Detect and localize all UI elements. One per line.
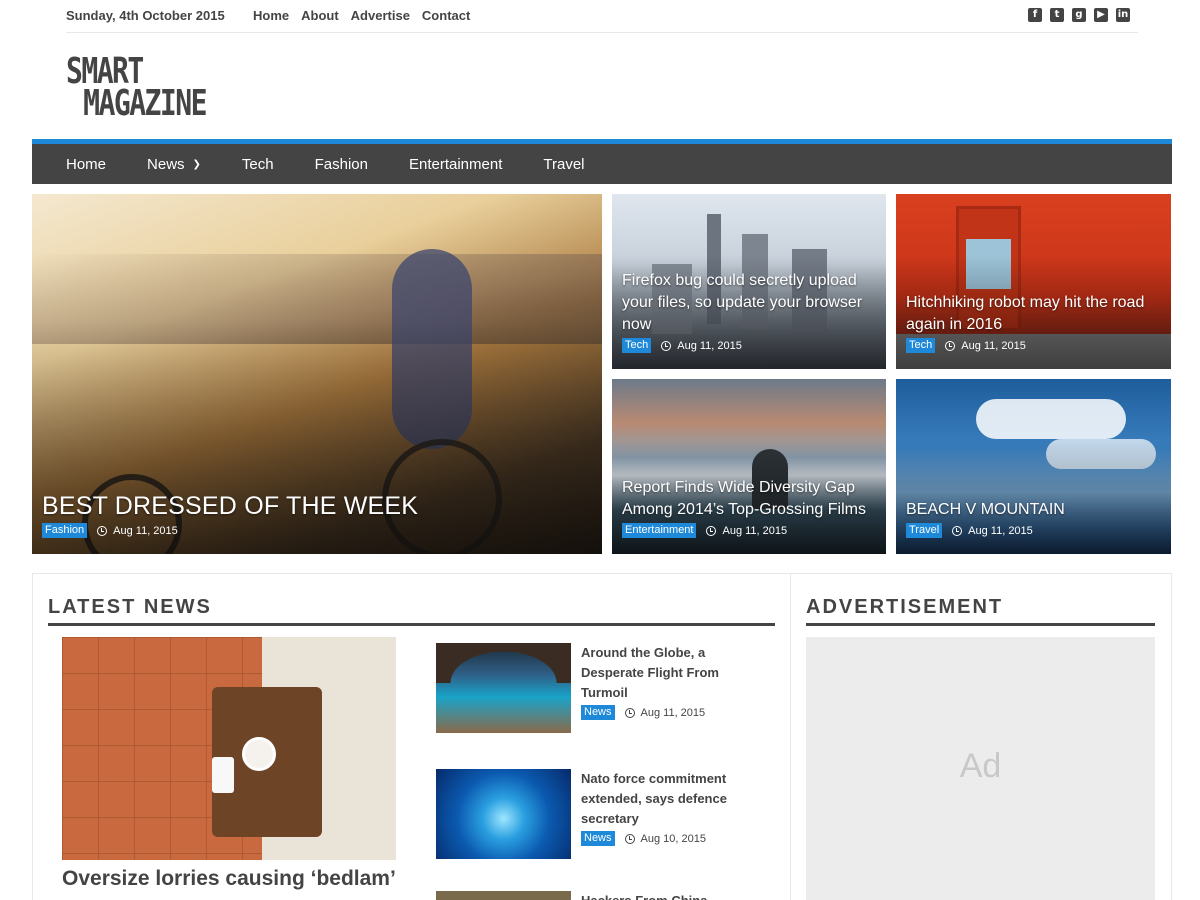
lead-article-title[interactable]: Oversize lorries causing ‘bedlam’	[62, 867, 396, 891]
news-thumbnail[interactable]	[436, 769, 571, 859]
clock-icon	[97, 525, 108, 536]
post-date: Aug 11, 2015	[113, 524, 178, 537]
latest-news-heading: LATEST NEWS	[48, 596, 775, 626]
news-title[interactable]: Hackers From China	[581, 891, 751, 900]
main-nav: Home News ❯ Tech Fashion Entertainment Tr…	[32, 139, 1172, 184]
featured-post-main[interactable]: BEST DRESSED OF THE WEEK Fashion Aug 11,…	[32, 194, 602, 554]
nav-item-tech[interactable]: Tech	[242, 156, 274, 173]
top-link-home[interactable]: Home	[253, 8, 289, 23]
post-date: Aug 10, 2015	[640, 832, 706, 845]
nav-item-travel[interactable]: Travel	[543, 156, 584, 173]
top-link-about[interactable]: About	[301, 8, 339, 23]
top-link-contact[interactable]: Contact	[422, 8, 470, 23]
youtube-icon[interactable]: ▶	[1094, 8, 1108, 22]
linkedin-icon[interactable]: in	[1116, 8, 1130, 22]
nav-item-fashion[interactable]: Fashion	[315, 156, 368, 173]
nav-item-news[interactable]: News ❯	[147, 156, 201, 173]
category-badge[interactable]: Tech	[906, 338, 936, 353]
category-badge[interactable]: News	[581, 831, 615, 846]
clock-icon	[624, 707, 635, 718]
featured-title[interactable]: BEST DRESSED OF THE WEEK	[42, 491, 592, 521]
clock-icon	[624, 833, 635, 844]
category-badge[interactable]: Travel	[906, 523, 943, 538]
chevron-down-icon: ❯	[192, 158, 201, 170]
featured-post-2[interactable]: Firefox bug could secretly upload your f…	[612, 194, 886, 369]
news-title[interactable]: Around the Globe, a Desperate Flight Fro…	[581, 643, 751, 703]
news-list-item[interactable]: Hackers From China	[436, 891, 776, 900]
lead-article-image[interactable]	[62, 637, 396, 860]
post-date: Aug 11, 2015	[961, 339, 1026, 352]
featured-post-5[interactable]: BEACH V MOUNTAIN Travel Aug 11, 2015	[896, 379, 1171, 554]
top-link-advertise[interactable]: Advertise	[351, 8, 410, 23]
ad-label: Ad	[959, 747, 1002, 785]
post-date: Aug 11, 2015	[677, 339, 742, 352]
featured-title[interactable]: Hitchhiking robot may hit the road again…	[906, 292, 1161, 336]
nav-item-home[interactable]: Home	[66, 156, 106, 173]
post-date: Aug 11, 2015	[968, 524, 1033, 537]
site-logo[interactable]: SMART MAGAZINE	[66, 54, 207, 122]
category-badge[interactable]: News	[581, 705, 615, 720]
featured-title[interactable]: Firefox bug could secretly upload your f…	[622, 270, 876, 336]
nav-item-entertainment[interactable]: Entertainment	[409, 156, 502, 173]
featured-title[interactable]: Report Finds Wide Diversity Gap Among 20…	[622, 477, 876, 521]
clock-icon	[945, 340, 956, 351]
current-date: Sunday, 4th October 2015	[66, 8, 225, 23]
news-list-item[interactable]: Nato force commitment extended, says def…	[436, 769, 776, 869]
featured-post-3[interactable]: Hitchhiking robot may hit the road again…	[896, 194, 1171, 369]
post-date: Aug 11, 2015	[722, 524, 788, 537]
post-date: Aug 11, 2015	[640, 706, 706, 719]
news-title[interactable]: Nato force commitment extended, says def…	[581, 769, 751, 829]
top-bar: Sunday, 4th October 2015 Home About Adve…	[66, 0, 1138, 33]
category-badge[interactable]: Tech	[622, 338, 652, 353]
top-links: Home About Advertise Contact	[253, 8, 470, 23]
featured-post-4[interactable]: Report Finds Wide Diversity Gap Among 20…	[612, 379, 886, 554]
news-thumbnail[interactable]	[436, 643, 571, 733]
news-list-item[interactable]: Around the Globe, a Desperate Flight Fro…	[436, 643, 776, 743]
featured-title[interactable]: BEACH V MOUNTAIN	[906, 499, 1161, 521]
twitter-icon[interactable]: t	[1050, 8, 1064, 22]
google-plus-icon[interactable]: g	[1072, 8, 1086, 22]
news-thumbnail[interactable]	[436, 891, 571, 900]
advertisement-heading: ADVERTISEMENT	[806, 596, 1155, 626]
social-links: f t g ▶ in	[1028, 8, 1130, 22]
ad-placeholder[interactable]: Ad	[806, 637, 1155, 900]
facebook-icon[interactable]: f	[1028, 8, 1042, 22]
clock-icon	[952, 525, 963, 536]
clock-icon	[661, 340, 672, 351]
category-badge[interactable]: Fashion	[42, 523, 88, 538]
clock-icon	[706, 525, 717, 536]
category-badge[interactable]: Entertainment	[622, 523, 697, 538]
